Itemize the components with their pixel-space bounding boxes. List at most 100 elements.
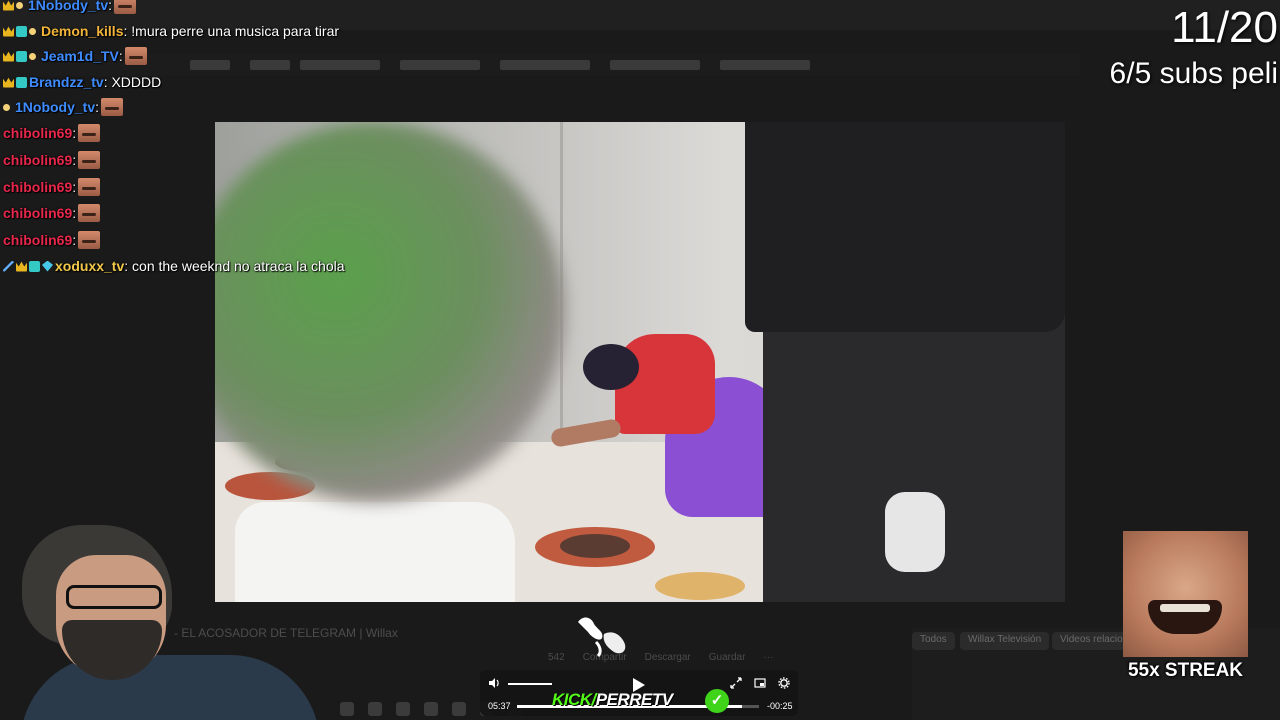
chat-username[interactable]: 1Nobody_tv xyxy=(15,99,95,115)
chat-username[interactable]: 1Nobody_tv xyxy=(28,0,108,13)
bookmark-item[interactable] xyxy=(190,60,230,70)
gear-icon[interactable] xyxy=(777,677,791,692)
dot-badge-icon xyxy=(29,52,36,60)
chat-message: chibolin69: xyxy=(3,202,101,224)
kick-watermark: KICK/PERRETV xyxy=(552,690,673,710)
bookmark-item[interactable] xyxy=(610,60,700,70)
taskbar-app-icon[interactable] xyxy=(396,702,410,716)
dot-badge-icon xyxy=(16,1,23,9)
chat-username[interactable]: Brandzz_tv xyxy=(29,74,104,90)
goal-counter: 11/20 xyxy=(1171,3,1278,52)
chat-message: chibolin69: xyxy=(3,122,101,144)
chat-emote-icon xyxy=(78,124,101,142)
chat-text: XDDDD xyxy=(107,74,162,90)
download-button[interactable]: Descargar xyxy=(645,652,691,672)
grid-badge-icon xyxy=(16,76,27,88)
chat-message: 1Nobody_tv: xyxy=(3,0,137,16)
chat-text: con the weeknd no atraca la chola xyxy=(128,258,345,274)
subs-goal: 6/5 subs peli xyxy=(1109,57,1278,90)
bookmark-item[interactable] xyxy=(300,60,380,70)
chat-separator: : xyxy=(72,125,77,141)
chat-username[interactable]: chibolin69 xyxy=(3,152,72,168)
gem-badge-icon xyxy=(42,260,53,272)
chat-separator: : xyxy=(118,48,123,64)
chip-all[interactable]: Todos xyxy=(912,632,955,650)
remaining-time: -00:25 xyxy=(767,701,793,711)
chat-emote-icon xyxy=(78,231,101,249)
chat-username[interactable]: chibolin69 xyxy=(3,232,72,248)
expand-icon[interactable] xyxy=(729,677,743,692)
kick-brand: KICK/ xyxy=(552,690,596,709)
crown-badge-icon xyxy=(16,261,27,272)
current-time: 05:37 xyxy=(488,701,511,711)
chat-message: Jeam1d_TV: xyxy=(3,45,147,67)
chat-separator: : xyxy=(72,152,77,168)
chat-separator: : xyxy=(72,179,77,195)
bookmark-item[interactable] xyxy=(400,60,480,70)
bed-pattern xyxy=(560,534,630,558)
volume-icon[interactable] xyxy=(487,677,501,692)
chat-text: !mura perre una musica para tirar xyxy=(127,23,340,39)
dot-badge-icon xyxy=(29,27,36,35)
taskbar-app-icon[interactable] xyxy=(452,702,466,716)
chat-separator: : xyxy=(95,99,100,115)
bookmark-item[interactable] xyxy=(250,60,290,70)
checkmark-icon: ✓ xyxy=(705,689,729,713)
grid-badge-icon xyxy=(16,50,27,62)
streak-label: 55x STREAK xyxy=(1127,660,1244,681)
chat-separator: : xyxy=(72,232,77,248)
chat-message: Demon_kills: !mura perre una musica para… xyxy=(3,20,339,42)
chat-emote-icon xyxy=(101,98,124,116)
video-frame[interactable] xyxy=(215,122,1065,602)
webcam-shirt xyxy=(20,655,320,720)
grid-badge-icon xyxy=(29,260,40,272)
taskbar-app-icon[interactable] xyxy=(368,702,382,716)
chat-message: chibolin69: xyxy=(3,149,101,171)
more-button[interactable]: ··· xyxy=(763,652,773,672)
video-person-top xyxy=(615,334,715,434)
webcam-glasses xyxy=(66,585,162,609)
chat-username[interactable]: chibolin69 xyxy=(3,205,72,221)
video-man-jacket xyxy=(745,122,1065,332)
video-person-head xyxy=(583,344,639,390)
chat-username[interactable]: Jeam1d_TV xyxy=(41,48,119,64)
chat-emote-icon xyxy=(78,151,101,169)
chat-message: xoduxx_tv: con the weeknd no atraca la c… xyxy=(3,255,345,277)
video-man-shoe xyxy=(885,492,945,572)
taskbar-app-icon[interactable] xyxy=(340,702,354,716)
pip-icon[interactable] xyxy=(753,677,767,692)
streak-emote xyxy=(1123,531,1248,657)
kick-channel: PERRETV xyxy=(595,690,673,709)
taskbar-app-icon[interactable] xyxy=(424,702,438,716)
streamer-webcam xyxy=(0,515,320,720)
chat-username[interactable]: Demon_kills xyxy=(41,23,123,39)
bookmark-item[interactable] xyxy=(500,60,590,70)
save-button[interactable]: Guardar xyxy=(709,652,746,672)
chat-username[interactable]: xoduxx_tv xyxy=(55,258,124,274)
like-count[interactable]: 542 xyxy=(548,652,565,672)
dot-badge-icon xyxy=(3,103,10,111)
chat-separator: : xyxy=(72,205,77,221)
bed-pattern xyxy=(655,572,745,600)
chat-message: chibolin69: xyxy=(3,229,101,251)
chat-emote-icon xyxy=(114,0,137,14)
crown-badge-icon xyxy=(3,77,14,88)
sword-badge-icon xyxy=(3,260,14,272)
volume-slider[interactable] xyxy=(508,683,552,685)
chat-emote-icon xyxy=(78,204,101,222)
chat-username[interactable]: chibolin69 xyxy=(3,179,72,195)
crown-badge-icon xyxy=(3,26,14,37)
chat-separator: : xyxy=(108,0,113,13)
crown-badge-icon xyxy=(3,0,14,11)
streak-emote-teeth xyxy=(1160,604,1210,612)
grid-badge-icon xyxy=(16,25,27,37)
chat-emote-icon xyxy=(124,47,147,65)
chat-message: Brandzz_tv: XDDDD xyxy=(3,71,161,93)
sparkle-icon xyxy=(578,617,626,658)
crown-badge-icon xyxy=(3,51,14,62)
chat-emote-icon xyxy=(78,178,101,196)
chat-message: 1Nobody_tv: xyxy=(3,96,124,118)
bookmark-item[interactable] xyxy=(720,60,810,70)
chat-username[interactable]: chibolin69 xyxy=(3,125,72,141)
chip-channel[interactable]: Willax Televisión xyxy=(960,632,1050,650)
